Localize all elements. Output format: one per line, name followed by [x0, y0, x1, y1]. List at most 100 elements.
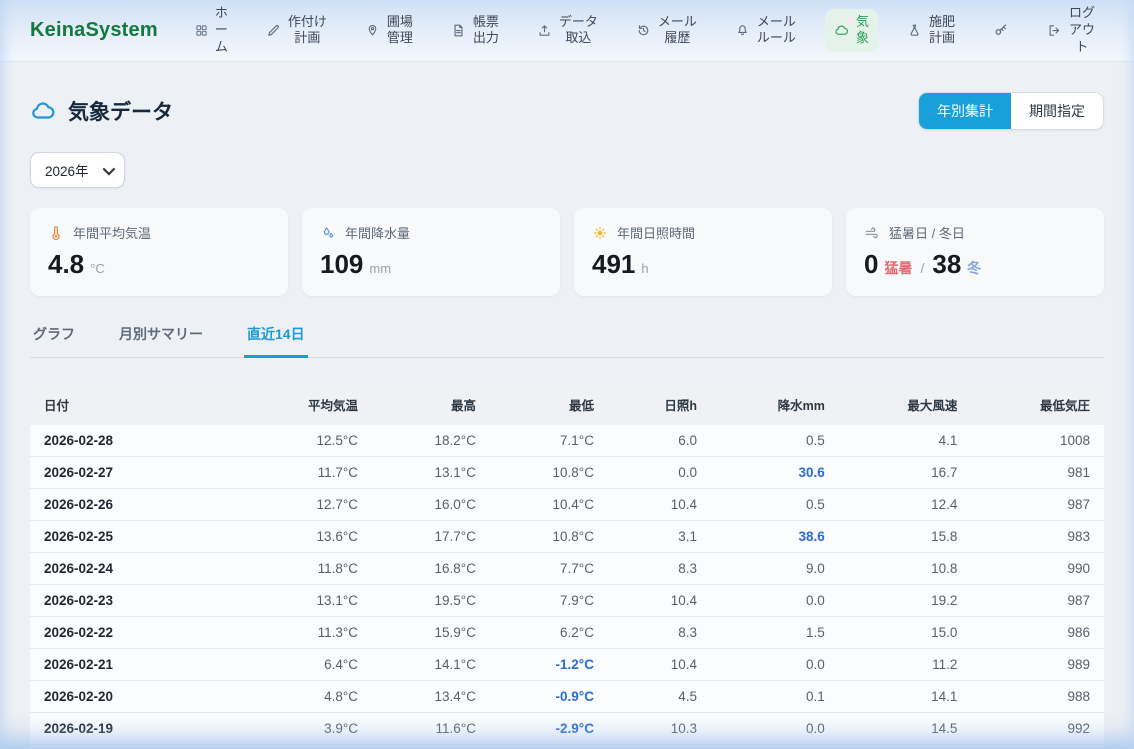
value-cell: 13.6°C [239, 521, 372, 553]
stat-card-value: 4.8°C [48, 249, 270, 280]
nav-item-label: ホ ー ム [215, 5, 228, 56]
nav-item-label: 施肥 計画 [929, 14, 955, 48]
value-cell: 987 [971, 585, 1104, 617]
table-next-row-clipped [30, 745, 1104, 749]
weather-table: 日付平均気温最高最低日照h降水mm最大風速最低気圧 2026-02-2812.5… [30, 384, 1104, 745]
stat-card-value: 0猛暑/38冬 [864, 249, 1086, 280]
nav-item-label: 作付け 計画 [288, 14, 327, 48]
period-select-button[interactable]: 期間指定 [1011, 93, 1103, 129]
nav-item-field-management[interactable]: 圃場 管理 [356, 9, 422, 53]
nav-item-data-import[interactable]: データ 取込 [528, 9, 607, 53]
table-row: 2026-02-2612.7°C16.0°C10.4°C10.40.512.49… [30, 489, 1104, 521]
nav-item-label: データ 取込 [559, 14, 598, 48]
yearly-summary-button[interactable]: 年別集計 [919, 93, 1011, 129]
stat-card-label: 年間平均気温 [73, 223, 151, 242]
nav-item-weather[interactable]: 気 象 [825, 9, 878, 53]
year-select-value: 2026年 [45, 160, 89, 180]
table-row: 2026-02-204.8°C13.4°C-0.9°C4.50.114.1988 [30, 681, 1104, 713]
stat-card-value: 109mm [320, 249, 542, 280]
value-cell: 16.0°C [372, 489, 490, 521]
nav-item-mail-rules[interactable]: メール ルール [726, 9, 805, 53]
table-row: 2026-02-2211.3°C15.9°C6.2°C8.31.515.0986 [30, 617, 1104, 649]
column-header: 最大風速 [839, 384, 972, 425]
table-row: 2026-02-2711.7°C13.1°C10.8°C0.030.616.79… [30, 457, 1104, 489]
nav-item-home[interactable]: ホ ー ム [186, 0, 237, 61]
value-cell: 18.2°C [372, 425, 490, 457]
value-cell: 15.0 [839, 617, 972, 649]
value-cell: 13.1°C [239, 585, 372, 617]
nav-item-planting-plan[interactable]: 作付け 計画 [257, 9, 336, 53]
value-cell: 987 [971, 489, 1104, 521]
value-cell: 10.8°C [490, 457, 608, 489]
cloud-icon [834, 23, 849, 38]
year-select[interactable]: 2026年 [30, 152, 125, 188]
value-cell: 10.4 [608, 649, 711, 681]
tab-recent-14-days[interactable]: 直近14日 [244, 324, 308, 358]
column-header: 最高 [372, 384, 490, 425]
value-cell: 4.8°C [239, 681, 372, 713]
nav-item-label: メール 履歴 [658, 14, 697, 48]
column-header: 最低気圧 [971, 384, 1104, 425]
cold-days-unit: 冬 [967, 258, 981, 278]
value-cell: 0.0 [711, 585, 839, 617]
nav-item-logout[interactable]: ログ アウ ト [1038, 0, 1104, 61]
value-cell: 10.4°C [490, 489, 608, 521]
stat-unit: °C [90, 261, 105, 276]
value-cell: 0.0 [608, 457, 711, 489]
value-cell: 7.1°C [490, 425, 608, 457]
title-row: 気象データ 年別集計 期間指定 [30, 92, 1104, 130]
value-cell: 14.1°C [372, 649, 490, 681]
value-separator: / [920, 260, 924, 276]
value-cell: 990 [971, 553, 1104, 585]
stat-card: 年間降水量109mm [302, 208, 560, 296]
column-header: 日付 [30, 384, 239, 425]
value-cell: -2.9°C [490, 713, 608, 745]
date-cell: 2026-02-27 [30, 457, 239, 489]
home-icon [195, 24, 208, 37]
stat-unit: mm [369, 261, 391, 276]
value-cell: 4.5 [608, 681, 711, 713]
tab-graph[interactable]: グラフ [30, 324, 78, 358]
value-cell: 11.7°C [239, 457, 372, 489]
value-cell: 0.5 [711, 425, 839, 457]
table-row: 2026-02-193.9°C11.6°C-2.9°C10.30.014.599… [30, 713, 1104, 745]
value-cell: 11.8°C [239, 553, 372, 585]
flask-icon [907, 23, 922, 38]
cloud-icon [30, 98, 56, 124]
table-row: 2026-02-2411.8°C16.8°C7.7°C8.39.010.8990 [30, 553, 1104, 585]
date-cell: 2026-02-28 [30, 425, 239, 457]
nav-item-label: 帳票 出力 [473, 14, 499, 48]
value-cell: 7.7°C [490, 553, 608, 585]
table-header-row: 日付平均気温最高最低日照h降水mm最大風速最低気圧 [30, 384, 1104, 425]
value-cell: 989 [971, 649, 1104, 681]
value-cell: 0.0 [711, 649, 839, 681]
tabs: グラフ 月別サマリー 直近14日 [30, 324, 1104, 358]
value-cell: 12.4 [839, 489, 972, 521]
history-icon [636, 23, 651, 38]
top-navigation-bar: KeinaSystem ホ ー ム 作付け 計画圃場 管理 帳票 出力 データ 取込 メ… [0, 0, 1134, 62]
nav-item-password[interactable] [984, 17, 1018, 43]
value-cell: 10.3 [608, 713, 711, 745]
bell-icon [735, 23, 750, 38]
nav-item-fertilizer-plan[interactable]: 施肥 計画 [898, 9, 964, 53]
view-toggle: 年別集計 期間指定 [918, 92, 1104, 130]
cold-days-value: 38 [932, 249, 961, 280]
nav-item-report-output[interactable]: 帳票 出力 [442, 9, 508, 53]
date-cell: 2026-02-25 [30, 521, 239, 553]
logout-icon [1047, 23, 1062, 38]
value-cell: 6.0 [608, 425, 711, 457]
pencil-icon [266, 23, 281, 38]
value-cell: -0.9°C [490, 681, 608, 713]
nav-item-mail-history[interactable]: メール 履歴 [627, 9, 706, 53]
table-row: 2026-02-2812.5°C18.2°C7.1°C6.00.54.11008 [30, 425, 1104, 457]
table-row: 2026-02-2313.1°C19.5°C7.9°C10.40.019.298… [30, 585, 1104, 617]
upload-icon [537, 23, 552, 38]
brand-logo[interactable]: KeinaSystem [30, 19, 158, 42]
column-header: 降水mm [711, 384, 839, 425]
value-cell: 3.1 [608, 521, 711, 553]
tab-monthly-summary[interactable]: 月別サマリー [116, 324, 206, 358]
value-cell: 9.0 [711, 553, 839, 585]
value-cell: 14.1 [839, 681, 972, 713]
date-cell: 2026-02-23 [30, 585, 239, 617]
value-cell: 38.6 [711, 521, 839, 553]
